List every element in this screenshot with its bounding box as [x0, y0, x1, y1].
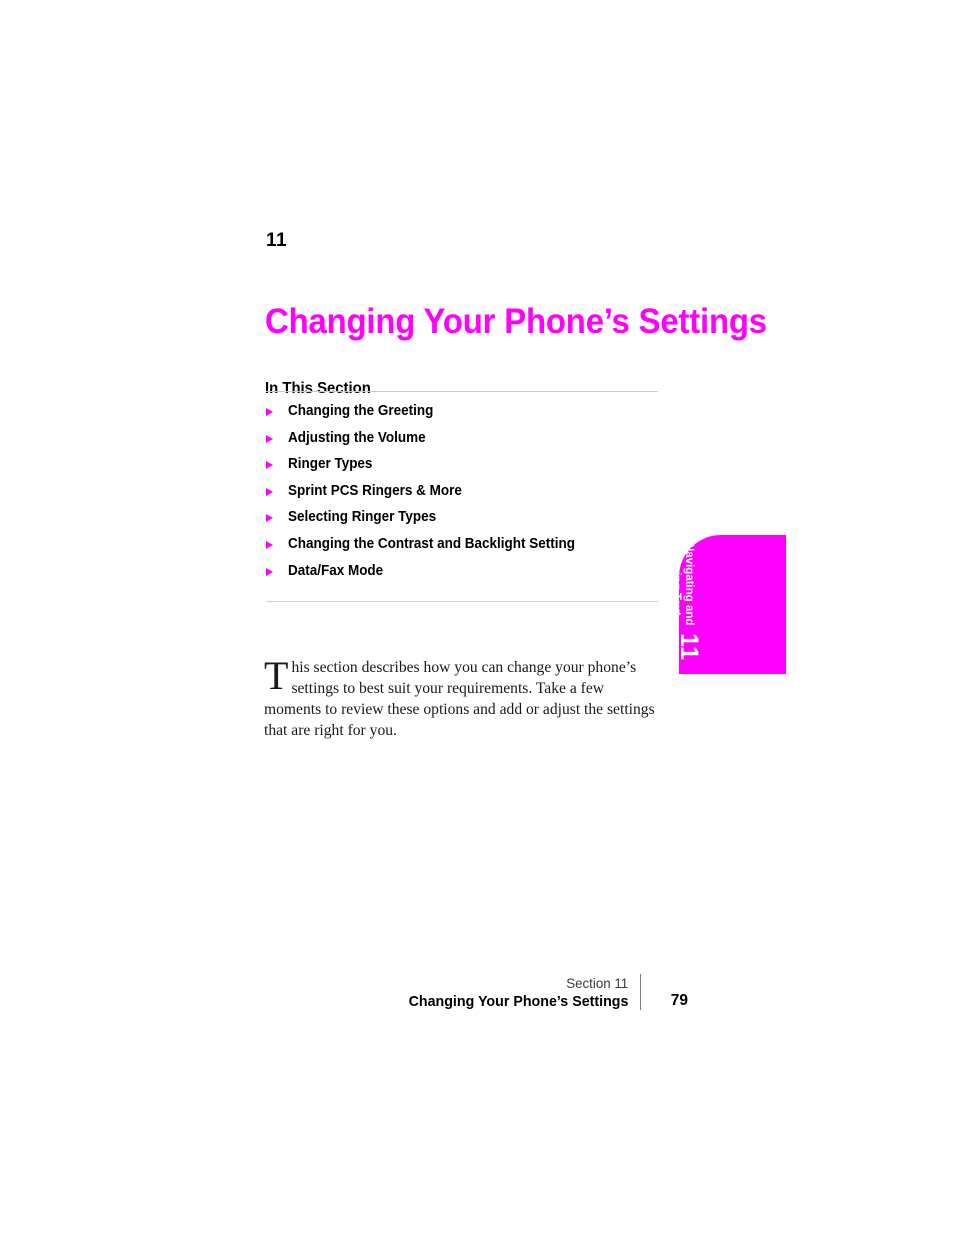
drop-cap: T: [264, 652, 289, 698]
intro-body-text: his section describes how you can change…: [264, 658, 655, 740]
page-title: Changing Your Phone’s Settings: [265, 302, 767, 342]
table-of-contents: Changing the Greeting Adjusting the Volu…: [266, 403, 666, 589]
list-item-label: Changing the Greeting: [288, 403, 434, 419]
list-item-label: Sprint PCS Ringers & More: [288, 482, 462, 499]
section-thumb-tab-number: 11: [675, 633, 703, 661]
triangle-right-icon: [266, 461, 273, 470]
section-number: 11: [266, 230, 288, 251]
list-item[interactable]: Adjusting the Volume: [266, 430, 666, 457]
intro-paragraph: This section describes how you can chang…: [264, 652, 660, 742]
triangle-right-icon: [266, 408, 273, 416]
triangle-right-icon: [266, 487, 273, 496]
section-thumb-tab-line1: Navigating and: [683, 543, 695, 626]
divider-bottom: [266, 601, 658, 602]
list-item[interactable]: Changing the Greeting: [266, 403, 666, 430]
footer-title: Changing Your Phone’s Settings: [408, 993, 628, 1010]
triangle-right-icon: [266, 567, 273, 576]
triangle-right-icon: [266, 514, 273, 523]
list-item-label: Data/Fax Mode: [288, 562, 384, 579]
list-item[interactable]: Selecting Ringer Types: [266, 509, 666, 536]
in-this-section-heading: In This Section: [265, 380, 371, 398]
divider-top: [266, 391, 658, 392]
list-item[interactable]: Sprint PCS Ringers & More: [266, 483, 666, 510]
footer-divider: [640, 974, 641, 1010]
document-page: 11 Changing Your Phone’s Settings In Thi…: [0, 0, 954, 1235]
footer-section-label: Section 11: [566, 975, 628, 991]
triangle-right-icon: [266, 434, 273, 443]
list-item-label: Selecting Ringer Types: [288, 509, 437, 526]
page-footer: Section 11 Changing Your Phone’s Setting…: [380, 972, 700, 1014]
list-item-label: Adjusting the Volume: [288, 429, 426, 446]
section-thumb-tab: Navigating and Entering Text 11: [671, 535, 786, 674]
list-item[interactable]: Changing the Contrast and Backlight Sett…: [266, 536, 666, 563]
list-item[interactable]: Ringer Types: [266, 456, 666, 483]
list-item-label: Ringer Types: [288, 456, 373, 473]
list-item[interactable]: Data/Fax Mode: [266, 563, 666, 590]
list-item-label: Changing the Contrast and Backlight Sett…: [288, 535, 575, 552]
triangle-right-icon: [266, 540, 273, 549]
page-number: 79: [670, 992, 688, 1009]
